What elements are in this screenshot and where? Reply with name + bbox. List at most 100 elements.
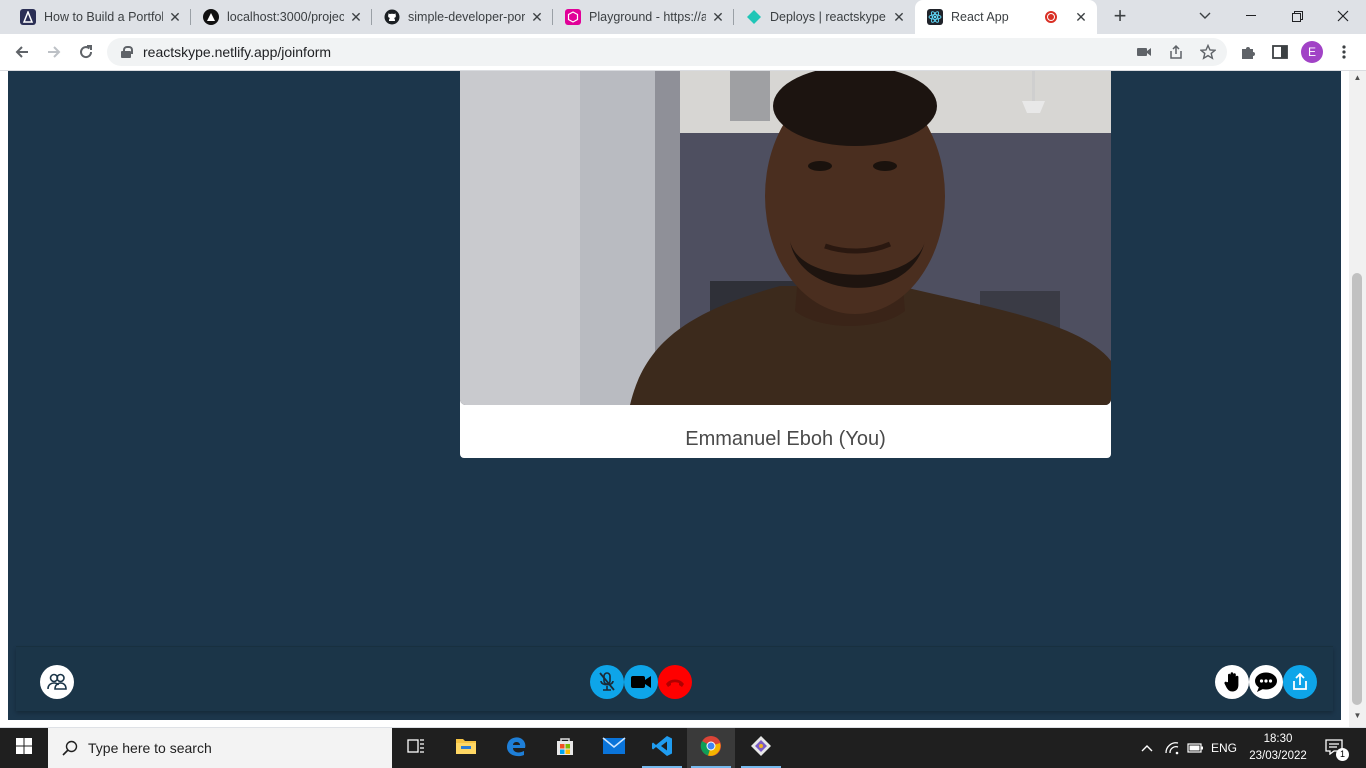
participants-button[interactable] xyxy=(40,665,74,699)
tab-react-app[interactable]: React App ✕ xyxy=(915,0,1097,34)
tab-localhost[interactable]: localhost:3000/project ✕ xyxy=(191,0,372,34)
video-camera-icon xyxy=(630,674,652,690)
camera-in-use-icon[interactable] xyxy=(1134,42,1154,62)
taskbar-git-tool[interactable] xyxy=(737,728,785,768)
page-viewport: Emmanuel Eboh (You) ▲ ▼ xyxy=(0,71,1366,727)
raise-hand-button[interactable] xyxy=(1215,665,1249,699)
address-bar[interactable]: reactskype.netlify.app/joinform xyxy=(107,38,1227,66)
start-button[interactable] xyxy=(0,728,48,768)
scrollbar-thumb[interactable] xyxy=(1352,273,1362,705)
system-clock[interactable]: 18:30 23/03/2022 xyxy=(1244,731,1312,765)
tab-netlify-deploys[interactable]: Deploys | reactskype ✕ xyxy=(734,0,915,34)
back-button[interactable] xyxy=(9,39,35,65)
taskbar-vscode[interactable] xyxy=(638,728,686,768)
share-screen-icon xyxy=(1290,672,1310,692)
chat-icon xyxy=(1254,671,1278,693)
input-language[interactable]: ENG xyxy=(1208,728,1240,768)
chrome-icon xyxy=(700,735,722,762)
extensions-puzzle-icon[interactable] xyxy=(1238,42,1258,62)
vscode-icon xyxy=(651,735,673,762)
tab-close-icon[interactable]: ✕ xyxy=(1073,9,1089,25)
tab-astro[interactable]: How to Build a Portfol ✕ xyxy=(8,0,191,34)
tab-title: How to Build a Portfol xyxy=(44,10,163,24)
edge-icon xyxy=(505,735,527,762)
windows-taskbar: Type here to search ENG 18:30 23/03/2022… xyxy=(0,728,1366,768)
chat-button[interactable] xyxy=(1249,665,1283,699)
browser-toolbar: reactskype.netlify.app/joinform E xyxy=(0,34,1366,71)
clock-date: 23/03/2022 xyxy=(1249,750,1307,762)
call-controls-bar xyxy=(16,647,1333,711)
taskbar-store[interactable] xyxy=(541,728,589,768)
share-icon[interactable] xyxy=(1166,42,1186,62)
taskbar-file-explorer[interactable] xyxy=(442,728,490,768)
new-tab-button[interactable]: + xyxy=(1108,5,1132,29)
reload-button[interactable] xyxy=(73,39,99,65)
tab-close-icon[interactable]: ✕ xyxy=(710,9,726,25)
side-panel-icon[interactable] xyxy=(1270,42,1290,62)
taskbar-chrome[interactable] xyxy=(687,728,735,768)
scroll-up-arrow-icon[interactable]: ▲ xyxy=(1349,73,1366,87)
video-toggle-button[interactable] xyxy=(624,665,658,699)
tab-title: localhost:3000/project xyxy=(227,10,344,24)
triangle-logo-icon xyxy=(203,9,219,25)
tab-title: Playground - https://a xyxy=(589,10,706,24)
tab-close-icon[interactable]: ✕ xyxy=(167,9,183,25)
wifi-icon[interactable] xyxy=(1161,728,1183,768)
tab-close-icon[interactable]: ✕ xyxy=(348,9,364,25)
participant-tile: Emmanuel Eboh (You) xyxy=(460,71,1111,458)
windows-logo-icon xyxy=(16,737,32,759)
git-app-icon xyxy=(750,735,772,762)
browser-tab-strip: How to Build a Portfol ✕ localhost:3000/… xyxy=(0,0,1366,34)
search-placeholder: Type here to search xyxy=(88,740,212,756)
notification-center-button[interactable]: 1 xyxy=(1322,728,1349,768)
tab-title: React App xyxy=(951,10,1009,24)
forward-button[interactable] xyxy=(41,39,67,65)
store-bag-icon xyxy=(555,736,575,761)
tab-search-button[interactable] xyxy=(1182,0,1228,32)
tab-title: simple-developer-por xyxy=(408,10,525,24)
taskbar-mail[interactable] xyxy=(590,728,638,768)
task-view-icon xyxy=(407,738,425,759)
tab-close-icon[interactable]: ✕ xyxy=(529,9,545,25)
battery-icon[interactable] xyxy=(1184,728,1206,768)
task-view-button[interactable] xyxy=(392,728,440,768)
profile-avatar[interactable]: E xyxy=(1301,41,1323,63)
mail-icon xyxy=(602,736,626,760)
playground-icon xyxy=(565,9,581,25)
restore-button[interactable] xyxy=(1274,0,1320,32)
folder-icon xyxy=(455,737,477,760)
show-hidden-icons-button[interactable] xyxy=(1136,728,1158,768)
tab-playground[interactable]: Playground - https://a ✕ xyxy=(553,0,734,34)
search-icon xyxy=(62,740,78,756)
tab-close-icon[interactable]: ✕ xyxy=(891,9,907,25)
participant-video xyxy=(460,71,1111,405)
participants-icon xyxy=(46,672,68,692)
meeting-room: Emmanuel Eboh (You) xyxy=(8,71,1341,720)
page-scrollbar[interactable]: ▲ ▼ xyxy=(1349,71,1366,727)
github-icon xyxy=(384,9,400,25)
address-url: reactskype.netlify.app/joinform xyxy=(143,44,332,60)
scroll-down-arrow-icon[interactable]: ▼ xyxy=(1349,711,1366,725)
taskbar-edge[interactable] xyxy=(492,728,540,768)
tab-title: Deploys | reactskype xyxy=(770,10,886,24)
mute-microphone-button[interactable] xyxy=(590,665,624,699)
recording-indicator-icon xyxy=(1045,11,1057,23)
tab-github[interactable]: simple-developer-por ✕ xyxy=(372,0,553,34)
clock-time: 18:30 xyxy=(1263,733,1293,745)
astro-logo-icon xyxy=(20,9,36,25)
bookmark-star-icon[interactable] xyxy=(1198,42,1218,62)
notification-count-badge: 1 xyxy=(1336,748,1349,761)
share-screen-button[interactable] xyxy=(1283,665,1317,699)
netlify-icon xyxy=(746,9,762,25)
notification-icon: 1 xyxy=(1325,739,1349,761)
mic-muted-icon xyxy=(597,671,617,693)
minimize-button[interactable] xyxy=(1228,0,1274,32)
browser-menu-icon[interactable] xyxy=(1334,42,1354,62)
lock-icon xyxy=(121,46,133,58)
hang-up-icon xyxy=(664,675,686,689)
close-window-button[interactable] xyxy=(1320,0,1366,32)
taskbar-search-box[interactable]: Type here to search xyxy=(48,728,392,768)
react-icon xyxy=(927,9,943,25)
raise-hand-icon xyxy=(1223,671,1241,693)
hang-up-button[interactable] xyxy=(658,665,692,699)
